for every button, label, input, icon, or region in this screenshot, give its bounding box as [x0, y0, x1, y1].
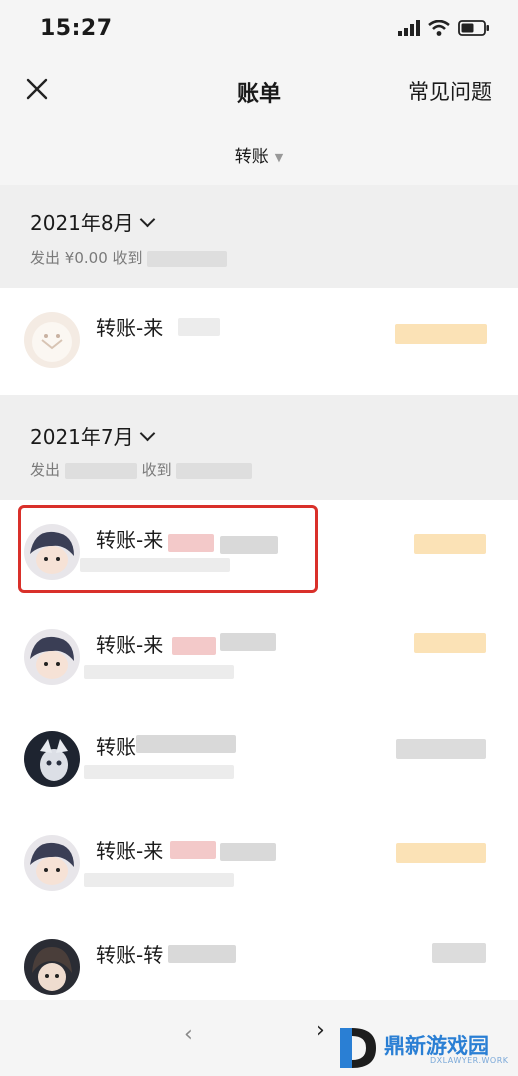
redacted-block — [147, 250, 228, 267]
chevron-down-icon — [139, 425, 155, 442]
chevron-down-icon — [139, 211, 155, 228]
month-selector[interactable]: 2021年7月 — [30, 421, 155, 450]
avatar-image — [24, 312, 80, 368]
watermark-sub: DXLAWYER.WORK — [430, 1056, 509, 1065]
transaction-amount-redacted — [414, 534, 486, 554]
avatar — [24, 939, 80, 995]
chevron-down-icon: ▼ — [274, 150, 284, 164]
redacted-block — [168, 945, 236, 963]
avatar-image — [24, 835, 80, 891]
month-summary: 发出 ¥0.00 收到 — [30, 247, 228, 268]
summary-out-value: ¥0.00 — [64, 249, 108, 267]
transaction-amount-redacted — [396, 843, 486, 863]
redacted-block — [84, 665, 234, 679]
month-title: 2021年7月 — [30, 425, 134, 449]
month-selector[interactable]: 2021年8月 — [30, 207, 155, 236]
avatar-image — [24, 939, 80, 995]
highlight-box — [18, 505, 318, 593]
faq-button[interactable]: 常见问题 — [408, 76, 492, 106]
summary-out-label: 发出 — [30, 461, 61, 479]
avatar — [24, 835, 80, 891]
redacted-block — [172, 637, 216, 655]
battery-icon — [458, 20, 489, 36]
back-arrow-icon[interactable]: ‹ — [184, 1022, 193, 1047]
transaction-title: 转账 — [96, 735, 136, 759]
redacted-block — [176, 462, 253, 479]
transaction-amount-redacted — [432, 943, 486, 963]
transaction-row[interactable]: 转账-来 — [0, 605, 518, 708]
transaction-title: 转账-来 — [96, 633, 164, 657]
summary-in-label: 收到 — [141, 461, 172, 479]
avatar-image — [24, 731, 80, 787]
avatar — [24, 312, 80, 368]
wifi-icon — [428, 20, 450, 36]
avatar — [24, 731, 80, 787]
transaction-title: 转账-来 — [96, 839, 164, 863]
transaction-row[interactable]: 转账-来 — [0, 288, 518, 396]
watermark-logo-icon — [340, 1028, 376, 1068]
avatar-image — [24, 629, 80, 685]
redacted-block — [84, 765, 234, 779]
transaction-amount-redacted — [395, 324, 487, 344]
month-title: 2021年8月 — [30, 211, 134, 235]
filter-dropdown[interactable]: 转账 ▼ — [0, 142, 518, 167]
filter-bar: 转账 ▼ — [0, 130, 518, 185]
watermark: 鼎新游戏园 DXLAWYER.WORK — [338, 1024, 514, 1074]
status-icons — [398, 20, 490, 36]
summary-out-label: 发出 — [30, 249, 61, 267]
status-bar: 15:27 — [0, 0, 518, 60]
redacted-block — [64, 462, 137, 479]
transaction-title: 转账-来 — [96, 316, 164, 340]
redacted-block — [220, 843, 276, 861]
redacted-block — [136, 735, 236, 753]
filter-label: 转账 — [234, 147, 269, 167]
cellular-signal-icon — [398, 20, 420, 36]
month-header-august: 2021年8月 发出 ¥0.00 收到 — [0, 185, 518, 288]
month-header-july: 2021年7月 发出 收到 — [0, 395, 518, 500]
redacted-block — [84, 873, 234, 887]
avatar — [24, 629, 80, 685]
transaction-row[interactable]: 转账-来 — [0, 811, 518, 916]
transaction-amount-redacted — [414, 633, 486, 653]
forward-arrow-icon[interactable]: › — [316, 1018, 325, 1043]
transaction-amount-redacted — [396, 739, 486, 759]
transaction-title: 转账-转 — [96, 943, 164, 967]
nav-bar: 账单 常见问题 — [0, 60, 518, 130]
summary-in-label: 收到 — [112, 249, 143, 267]
redacted-block — [178, 318, 220, 336]
month-summary: 发出 收到 — [30, 459, 253, 480]
status-time: 15:27 — [40, 16, 113, 41]
transaction-row[interactable]: 转账 — [0, 707, 518, 812]
transaction-row[interactable]: 转账-转 — [0, 915, 518, 1001]
redacted-block — [220, 633, 276, 651]
redacted-block — [170, 841, 216, 859]
